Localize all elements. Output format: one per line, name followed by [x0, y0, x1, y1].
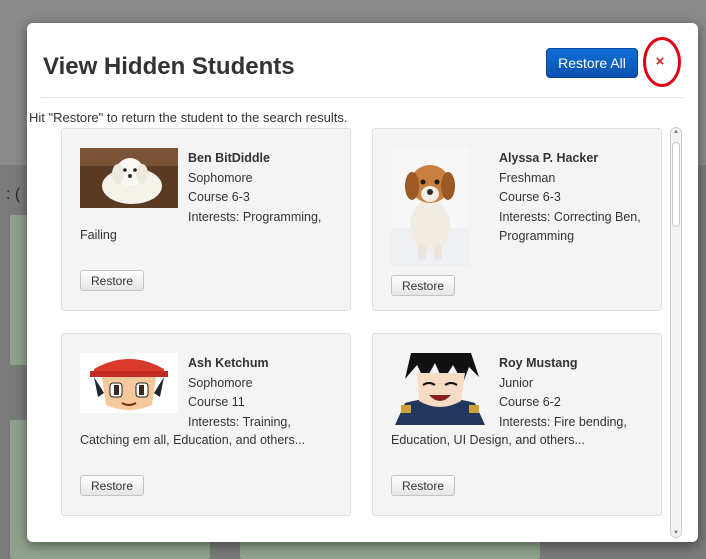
hidden-students-modal: View Hidden Students Restore All × Hit "…	[27, 23, 698, 542]
restore-all-button[interactable]: Restore All	[546, 48, 638, 78]
student-interests: Interests: Programming,	[188, 209, 322, 224]
restore-button[interactable]: Restore	[80, 475, 145, 496]
students-scroll-area[interactable]: Ben BitDiddle Sophomore Course 6-3 Inter…	[27, 127, 698, 542]
scrollbar-thumb[interactable]	[672, 142, 680, 227]
student-name: Roy Mustang	[499, 356, 578, 370]
close-icon[interactable]: ×	[649, 51, 671, 73]
student-interests: Interests: Training,	[188, 414, 291, 429]
restore-button[interactable]: Restore	[80, 270, 145, 291]
background-text: : (	[6, 186, 21, 203]
student-year: Junior	[499, 375, 534, 390]
restore-button[interactable]: Restore	[391, 275, 456, 296]
student-course: Course 6-3	[188, 190, 250, 204]
white-puppy-photo	[80, 148, 178, 213]
student-interests: Interests: Correcting Ben,	[499, 209, 641, 224]
student-card: Roy Mustang Junior Course 6-2 Interests:…	[372, 333, 662, 516]
scroll-down-icon[interactable]: ▼	[671, 530, 681, 536]
student-name: Ben BitDiddle	[188, 151, 270, 165]
student-interests-wrap: Programming	[499, 229, 575, 243]
student-card: Ash Ketchum Sophomore Course 11 Interest…	[61, 333, 351, 516]
scroll-up-icon[interactable]: ▲	[671, 129, 681, 135]
student-interests-wrap: Failing	[80, 228, 117, 242]
cartoon-officer-photo	[391, 353, 489, 430]
student-interests-wrap: Education, UI Design, and others...	[391, 433, 585, 447]
student-course: Course 6-2	[499, 395, 561, 409]
student-year: Freshman	[499, 170, 556, 185]
student-info: Alyssa P. Hacker Freshman Course 6-3 Int…	[499, 149, 654, 247]
student-interests: Interests: Fire bending,	[499, 414, 627, 429]
student-info: Ben BitDiddle Sophomore Course 6-3 Inter…	[188, 149, 343, 227]
student-name: Alyssa P. Hacker	[499, 151, 599, 165]
restore-hint: Hit "Restore" to return the student to t…	[29, 110, 348, 125]
header-divider	[41, 97, 684, 98]
brown-puppy-photo	[391, 148, 469, 271]
student-year: Sophomore	[188, 170, 253, 185]
student-course: Course 11	[188, 395, 245, 409]
vertical-scrollbar[interactable]: ▲ ▼	[670, 127, 682, 538]
student-info: Ash Ketchum Sophomore Course 11 Interest…	[188, 354, 343, 432]
student-name: Ash Ketchum	[188, 356, 269, 370]
student-year: Sophomore	[188, 375, 253, 390]
cartoon-boy-cap-photo	[80, 353, 178, 418]
modal-title: View Hidden Students	[43, 53, 295, 80]
student-interests-wrap: Catching em all, Education, and others..…	[80, 433, 306, 447]
student-card: Ben BitDiddle Sophomore Course 6-3 Inter…	[61, 128, 351, 311]
student-card: Alyssa P. Hacker Freshman Course 6-3 Int…	[372, 128, 662, 311]
modal-header: View Hidden Students Restore All ×	[27, 23, 698, 99]
student-course: Course 6-3	[499, 190, 561, 204]
student-info: Roy Mustang Junior Course 6-2 Interests:…	[499, 354, 654, 432]
restore-button[interactable]: Restore	[391, 475, 456, 496]
